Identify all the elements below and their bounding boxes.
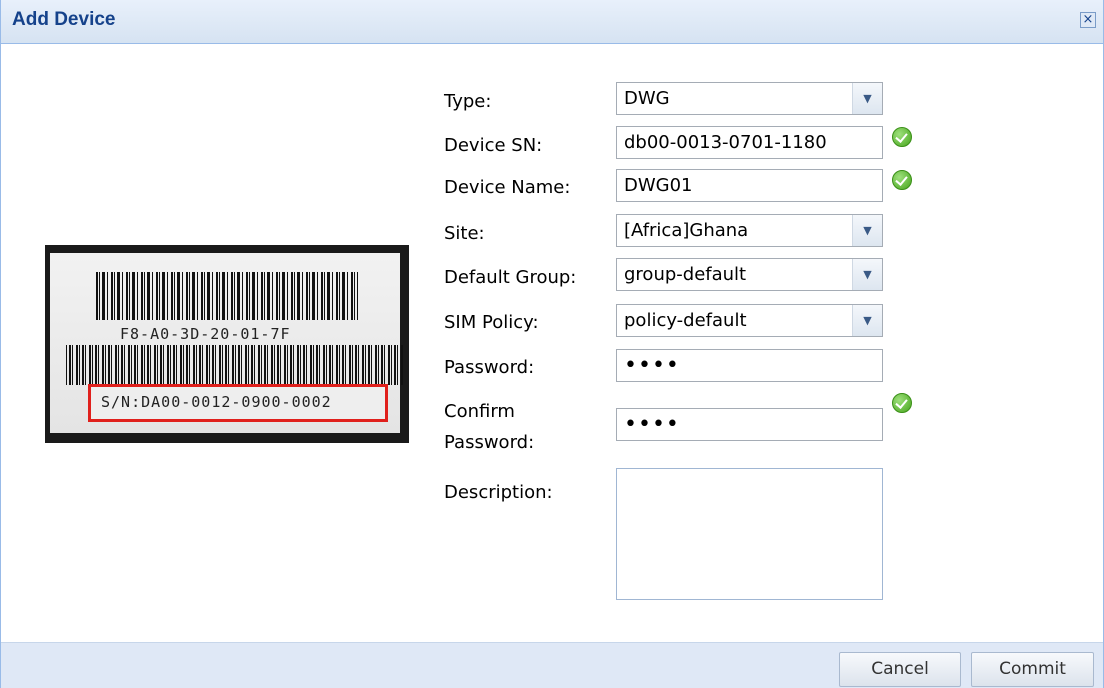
sim-policy-value: policy-default (624, 310, 747, 331)
add-device-dialog: Add Device × F8-A0-3D-20-01-7F S/N:DA00-… (0, 0, 1104, 688)
sim-policy-select[interactable]: policy-default ▼ (616, 304, 883, 337)
password-input[interactable]: •••• (616, 349, 883, 382)
type-value: DWG (624, 88, 670, 109)
dialog-title: Add Device (12, 9, 116, 30)
chevron-down-icon[interactable]: ▼ (852, 215, 882, 246)
chevron-down-icon[interactable]: ▼ (852, 305, 882, 336)
serial-number-text: S/N:DA00-0012-0900-0002 (101, 393, 332, 411)
dialog-titlebar[interactable]: Add Device × (1, 0, 1103, 44)
password-label: Password: (444, 357, 535, 378)
default-group-label: Default Group: (444, 267, 577, 288)
mac-barcode (96, 272, 358, 320)
confirm-password-input[interactable]: •••• (616, 408, 883, 441)
device-name-value: DWG01 (624, 175, 693, 196)
valid-check-icon (892, 127, 912, 147)
chevron-down-icon[interactable]: ▼ (852, 83, 882, 114)
type-label: Type: (444, 91, 492, 112)
site-value: [Africa]Ghana (624, 220, 749, 241)
default-group-select[interactable]: group-default ▼ (616, 258, 883, 291)
valid-check-icon (892, 170, 912, 190)
device-sn-label: Device SN: (444, 135, 543, 156)
type-select[interactable]: DWG ▼ (616, 82, 883, 115)
cancel-button[interactable]: Cancel (839, 652, 961, 687)
serial-sticker: F8-A0-3D-20-01-7F S/N:DA00-0012-0900-000… (50, 253, 404, 433)
site-label: Site: (444, 223, 485, 244)
confirm-password-label-line1: Confirm (444, 401, 515, 422)
confirm-password-label-line2: Password: (444, 432, 535, 453)
dialog-footer: Cancel Commit (1, 642, 1103, 688)
chevron-down-icon[interactable]: ▼ (852, 259, 882, 290)
valid-check-icon (892, 393, 912, 413)
serial-barcode (66, 345, 404, 385)
site-select[interactable]: [Africa]Ghana ▼ (616, 214, 883, 247)
device-name-label: Device Name: (444, 177, 571, 198)
commit-button[interactable]: Commit (971, 652, 1094, 687)
device-name-input[interactable]: DWG01 (616, 169, 883, 202)
password-value: •••• (624, 353, 680, 378)
device-label-image: F8-A0-3D-20-01-7F S/N:DA00-0012-0900-000… (45, 245, 409, 443)
description-label: Description: (444, 482, 553, 503)
close-icon[interactable]: × (1080, 12, 1096, 28)
sim-policy-label: SIM Policy: (444, 312, 539, 333)
serial-highlight-box: S/N:DA00-0012-0900-0002 (88, 384, 388, 422)
confirm-password-value: •••• (624, 412, 680, 437)
device-sn-input[interactable]: db00-0013-0701-1180 (616, 126, 883, 159)
device-sn-value: db00-0013-0701-1180 (624, 132, 827, 153)
default-group-value: group-default (624, 264, 747, 285)
mac-address-text: F8-A0-3D-20-01-7F (120, 325, 291, 343)
description-textarea[interactable] (616, 468, 883, 600)
